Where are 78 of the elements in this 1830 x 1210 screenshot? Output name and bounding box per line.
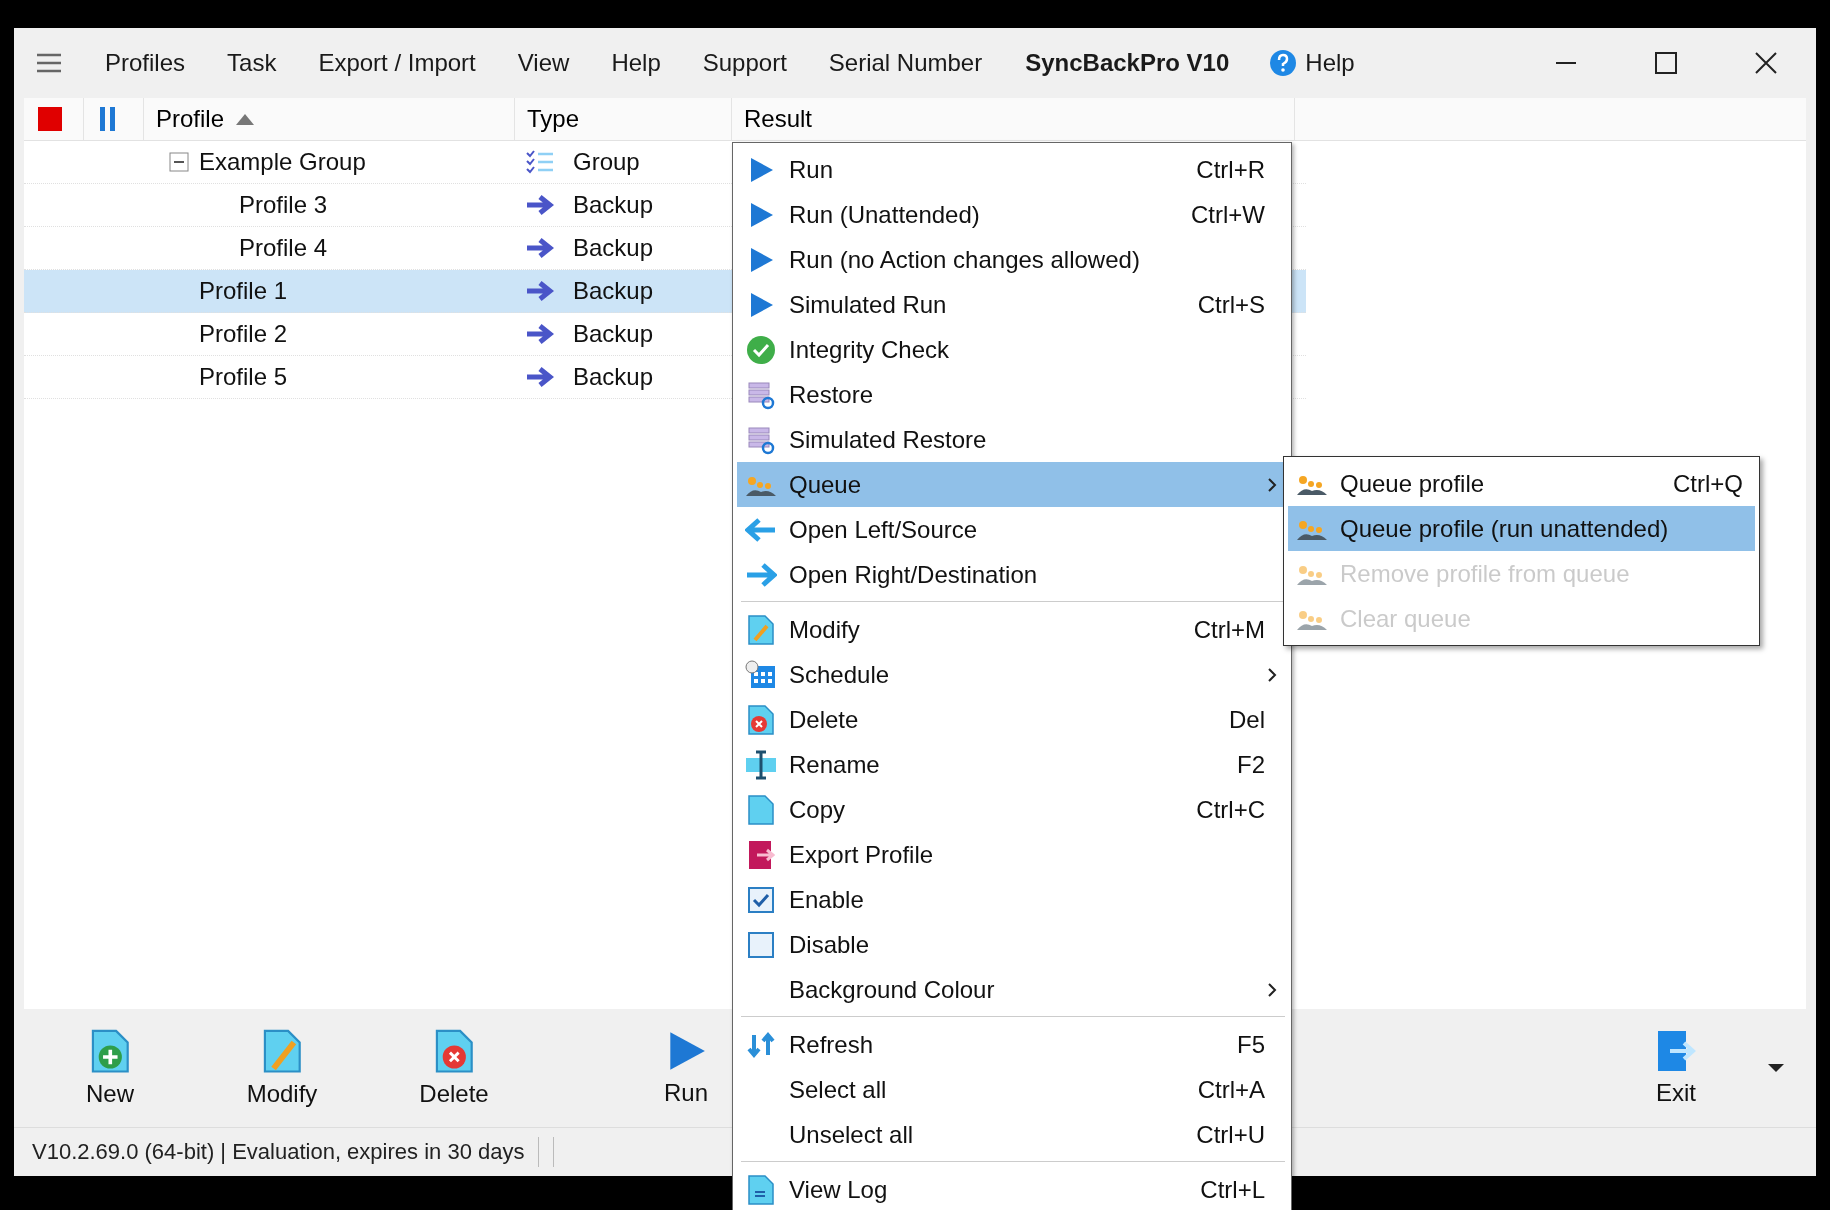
profile-type: Backup <box>573 277 654 305</box>
pencil-document-icon <box>261 1027 303 1075</box>
exit-button[interactable]: Exit <box>1616 1029 1736 1107</box>
right-arrow-icon <box>745 562 777 587</box>
dropdown-arrow-icon[interactable] <box>1766 1062 1786 1074</box>
profile-type: Backup <box>573 234 654 262</box>
column-header[interactable]: Profile <box>156 105 225 133</box>
right-arrow-icon <box>525 237 555 259</box>
toolbar-button[interactable]: Modify <box>196 1027 368 1109</box>
menu-option[interactable]: Modify Ctrl+M <box>737 607 1287 652</box>
left-arrow-icon <box>745 517 777 542</box>
exit-icon <box>1656 1029 1696 1073</box>
menu-option[interactable]: Open Right/Destination <box>737 552 1287 597</box>
profile-name: Profile 4 <box>239 234 328 262</box>
profile-type: Backup <box>573 363 654 391</box>
profile-type: Group <box>573 148 640 176</box>
close-icon[interactable] <box>1754 51 1778 75</box>
menu-option[interactable]: Copy Ctrl+C <box>737 787 1287 832</box>
menu-option[interactable]: Unselect all Ctrl+U <box>737 1112 1287 1157</box>
stop-icon[interactable] <box>36 105 64 133</box>
new-document-icon <box>89 1027 131 1075</box>
export-icon <box>747 838 775 871</box>
menu-item[interactable]: Help <box>590 49 682 77</box>
text-cursor-icon <box>745 749 777 780</box>
profile-name: Profile 2 <box>199 320 288 348</box>
menu-option[interactable]: Rename F2 <box>737 742 1287 787</box>
menu-item[interactable]: Export / Import <box>297 49 497 77</box>
right-arrow-icon <box>525 323 555 345</box>
calendar-icon <box>745 659 777 690</box>
help-link[interactable]: Help <box>1251 49 1373 77</box>
restore-icon <box>746 379 776 410</box>
restore-icon <box>746 424 776 455</box>
maximize-icon[interactable] <box>1654 51 1678 75</box>
menu-item[interactable]: View <box>496 49 591 77</box>
sort-up-icon <box>234 112 257 126</box>
menu-item[interactable]: Support <box>681 49 808 77</box>
submenu-option[interactable]: Queue profile (run unattended) <box>1288 506 1755 551</box>
status-text: V10.2.69.0 (64-bit) | Evaluation, expires in 30 days <box>32 1139 525 1165</box>
log-document-icon <box>747 1173 775 1206</box>
submenu-option[interactable]: Queue profile Ctrl+Q <box>1288 461 1755 506</box>
help-icon <box>1269 49 1298 77</box>
checked-box-icon <box>747 885 775 914</box>
menu-item[interactable]: Task <box>206 49 298 77</box>
menu-option[interactable]: View Log Ctrl+L <box>737 1167 1287 1210</box>
menu-option[interactable]: Export Profile <box>737 832 1287 877</box>
toolbar-button[interactable]: Delete <box>368 1027 540 1109</box>
profile-name: Profile 3 <box>239 191 328 219</box>
document-icon <box>747 793 775 826</box>
right-arrow-icon <box>525 280 555 302</box>
menu-icon[interactable] <box>35 52 63 74</box>
menu-option[interactable]: Background Colour <box>737 967 1287 1012</box>
profile-name: Profile 1 <box>199 277 288 305</box>
refresh-icon <box>745 1030 777 1059</box>
menu-item[interactable]: Serial Number <box>807 49 1004 77</box>
profile-type: Backup <box>573 320 654 348</box>
right-arrow-icon <box>525 366 555 388</box>
menu-option[interactable]: Simulated Restore <box>737 417 1287 462</box>
column-header[interactable]: Type <box>527 105 580 133</box>
empty-box-icon <box>747 930 775 959</box>
profile-type: Backup <box>573 191 654 219</box>
delete-document-icon <box>747 703 775 736</box>
profile-name: Profile 5 <box>199 363 288 391</box>
menu-option[interactable]: Schedule <box>737 652 1287 697</box>
profile-name: Example Group <box>199 148 366 176</box>
checklist-icon <box>525 149 555 175</box>
delete-document-icon <box>433 1027 475 1075</box>
collapse-icon[interactable] <box>169 152 189 172</box>
toolbar-button[interactable]: New <box>24 1027 196 1109</box>
app-title: SyncBackPro V10 <box>1024 49 1231 77</box>
menu-item[interactable]: Profiles <box>84 49 207 77</box>
menu-option[interactable]: Delete Del <box>737 697 1287 742</box>
check-circle-icon <box>746 334 776 365</box>
menu-option[interactable]: Disable <box>737 922 1287 967</box>
pencil-document-icon <box>747 613 775 646</box>
column-header[interactable]: Result <box>744 105 813 133</box>
menu-option[interactable]: Enable <box>737 877 1287 922</box>
menu-option[interactable]: Open Left/Source <box>737 507 1287 552</box>
right-arrow-icon <box>525 194 555 216</box>
